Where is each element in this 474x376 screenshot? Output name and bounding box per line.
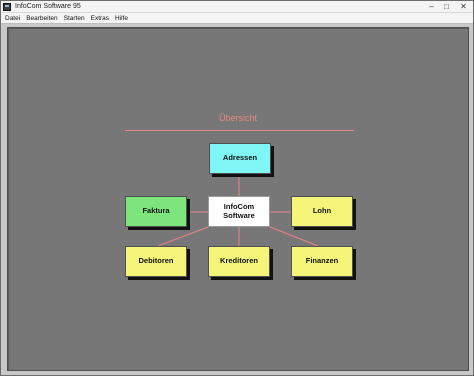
close-button[interactable]: ✕ bbox=[454, 1, 473, 13]
window-title: InfoCom Software 95 bbox=[15, 3, 81, 10]
link-center-debitoren bbox=[157, 226, 209, 247]
menu-starten[interactable]: Starten bbox=[61, 15, 88, 22]
module-finanzen-button[interactable]: Finanzen bbox=[291, 246, 353, 277]
overview-panel: Übersicht Adressen Faktura InfoCom Softw… bbox=[7, 27, 469, 371]
minimize-button[interactable]: – bbox=[424, 1, 439, 13]
menu-datei[interactable]: Datei bbox=[1, 15, 23, 22]
menu-hilfe[interactable]: Hilfe bbox=[112, 15, 131, 22]
menu-bearbeiten[interactable]: Bearbeiten bbox=[23, 15, 60, 22]
module-adressen-button[interactable]: Adressen bbox=[209, 143, 271, 174]
infocom-center-box: InfoCom Software bbox=[208, 196, 270, 227]
maximize-button[interactable]: □ bbox=[439, 1, 454, 13]
module-finanzen-label: Finanzen bbox=[305, 256, 339, 266]
module-debitoren-label: Debitoren bbox=[138, 256, 174, 266]
module-faktura-button[interactable]: Faktura bbox=[125, 196, 187, 227]
link-center-finanzen bbox=[269, 226, 319, 247]
title-bar[interactable]: InfoCom Software 95 – □ ✕ bbox=[1, 1, 473, 13]
module-faktura-label: Faktura bbox=[142, 206, 170, 216]
app-window: InfoCom Software 95 – □ ✕ Datei Bearbeit… bbox=[0, 0, 474, 376]
center-line-2: Software bbox=[223, 210, 255, 220]
module-kreditoren-button[interactable]: Kreditoren bbox=[208, 246, 270, 277]
window-controls: – □ ✕ bbox=[424, 1, 473, 13]
menu-extras[interactable]: Extras bbox=[88, 15, 112, 22]
menu-bar: Datei Bearbeiten Starten Extras Hilfe bbox=[1, 13, 473, 24]
module-lohn-label: Lohn bbox=[312, 206, 332, 216]
app-icon[interactable] bbox=[3, 2, 11, 11]
module-adressen-label: Adressen bbox=[222, 153, 258, 163]
module-lohn-button[interactable]: Lohn bbox=[291, 196, 353, 227]
module-kreditoren-label: Kreditoren bbox=[220, 256, 258, 266]
module-debitoren-button[interactable]: Debitoren bbox=[125, 246, 187, 277]
